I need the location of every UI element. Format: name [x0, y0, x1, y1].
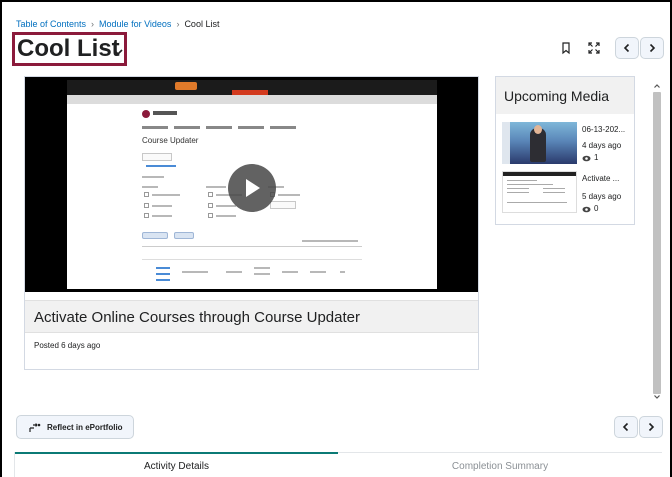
next-topic-button[interactable] — [640, 37, 664, 59]
media-age: 5 days ago — [582, 192, 622, 201]
details-tabs: Activity Details Completion Summary — [15, 452, 662, 477]
video-thumbnail — [502, 171, 577, 213]
chevron-right-icon — [648, 422, 655, 432]
chevron-left-icon — [623, 43, 630, 53]
upcoming-media-item[interactable]: Activate ... 5 days ago 0 — [502, 171, 632, 221]
media-age: 4 days ago — [582, 141, 622, 150]
previous-topic-button[interactable] — [615, 37, 639, 59]
next-topic-button-bottom[interactable] — [639, 416, 663, 438]
play-button[interactable] — [228, 164, 276, 212]
logo-icon — [142, 110, 150, 118]
eye-icon — [582, 206, 591, 212]
preview-heading: Course Updater — [142, 136, 199, 145]
breadcrumb-table-of-contents[interactable]: Table of Contents — [16, 19, 86, 29]
page-title-highlight: Cool List — [12, 32, 127, 66]
media-views: 1 — [594, 153, 599, 162]
video-thumbnail — [502, 122, 577, 164]
vertical-scrollbar[interactable] — [652, 82, 662, 402]
chevron-left-icon — [622, 422, 629, 432]
eye-icon — [582, 155, 591, 161]
video-card: Course Updater Activate Online Courses t… — [24, 76, 479, 370]
recording-toolbar — [67, 80, 437, 95]
scroll-down-icon[interactable] — [653, 393, 661, 401]
upcoming-media-header: Upcoming Media — [496, 77, 634, 114]
reflect-in-eportfolio-button[interactable]: Reflect in ePortfolio — [16, 415, 134, 439]
tab-completion-summary[interactable]: Completion Summary — [338, 452, 662, 477]
chevron-right-icon — [649, 43, 656, 53]
page-title: Cool List — [17, 35, 120, 62]
media-views: 0 — [594, 204, 599, 213]
video-player[interactable]: Course Updater — [25, 77, 478, 292]
content-viewer: Table of Contents › Module for Videos › … — [0, 0, 672, 477]
breadcrumb-current: Cool List — [184, 19, 220, 29]
content-area[interactable]: Course Updater Activate Online Courses t… — [16, 72, 664, 404]
breadcrumb-module-for-videos[interactable]: Module for Videos — [99, 19, 171, 29]
video-title: Activate Online Courses through Course U… — [34, 309, 361, 326]
media-title: 06-13-202... — [582, 125, 626, 134]
upcoming-media-item[interactable]: 06-13-202... 4 days ago 1 — [502, 122, 632, 172]
breadcrumb-separator: › — [176, 19, 180, 29]
bookmark-icon[interactable] — [559, 41, 573, 55]
posted-timestamp: Posted 6 days ago — [34, 341, 101, 350]
scrollbar-thumb[interactable] — [653, 92, 661, 394]
play-icon — [246, 179, 260, 197]
eportfolio-icon — [29, 422, 41, 432]
previous-topic-button-bottom[interactable] — [614, 416, 638, 438]
scroll-up-icon[interactable] — [653, 82, 661, 90]
tab-activity-details[interactable]: Activity Details — [15, 452, 338, 477]
reflect-label: Reflect in ePortfolio — [47, 422, 123, 432]
upcoming-media-panel: Upcoming Media 06-13-202... 4 days ago 1 — [495, 76, 635, 225]
video-title-bar: Activate Online Courses through Course U… — [25, 300, 478, 333]
upcoming-media-title: Upcoming Media — [504, 88, 610, 104]
media-title: Activate ... — [582, 174, 620, 183]
fullscreen-icon[interactable] — [587, 41, 601, 55]
breadcrumb-separator: › — [91, 19, 95, 29]
chevron-down-icon[interactable] — [112, 45, 124, 57]
breadcrumb: Table of Contents › Module for Videos › … — [16, 19, 219, 29]
